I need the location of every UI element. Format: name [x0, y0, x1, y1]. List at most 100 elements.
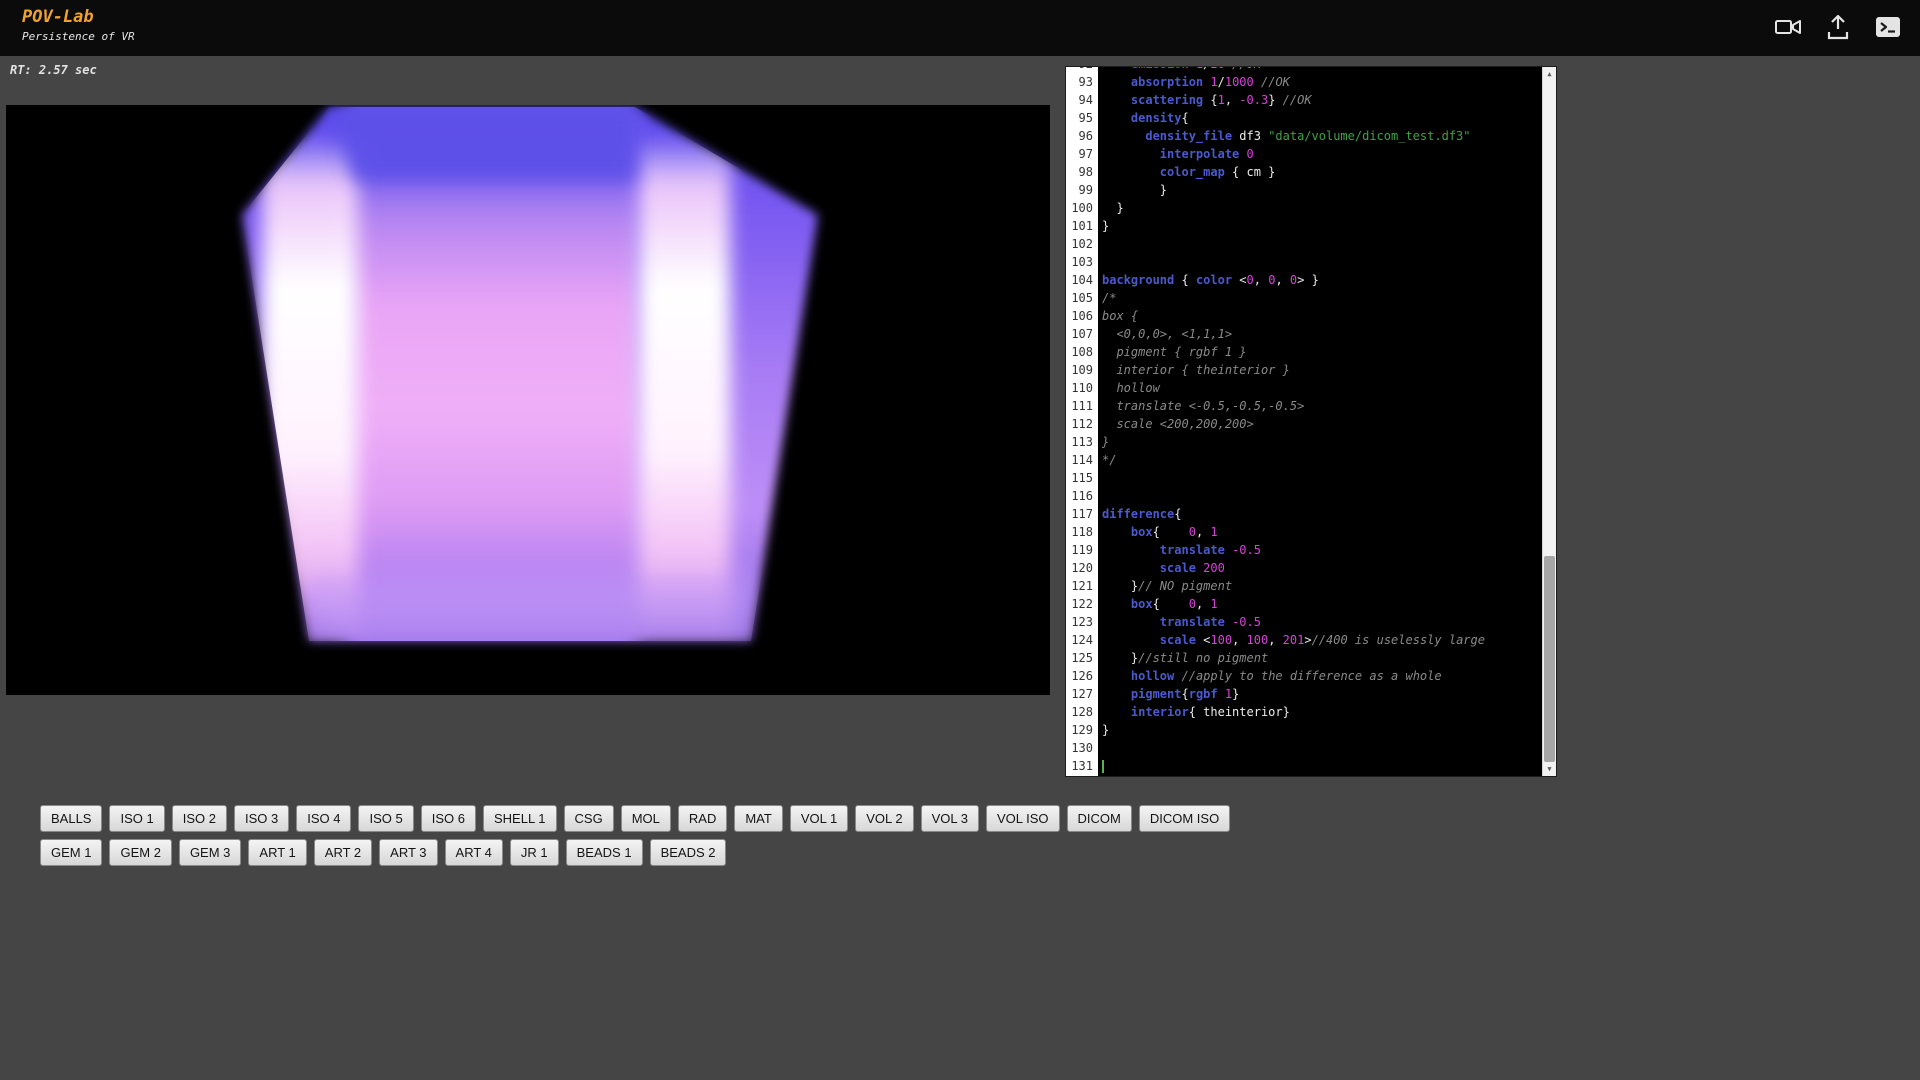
code-line[interactable]: 103	[1066, 255, 1542, 273]
upload-icon[interactable]	[1824, 14, 1852, 40]
scene-button-csg[interactable]: CSG	[564, 805, 614, 832]
code-line[interactable]: 115	[1066, 471, 1542, 489]
scene-button-beads-2[interactable]: BEADS 2	[650, 839, 727, 866]
app-subtitle: Persistence of VR	[22, 30, 135, 43]
code-line[interactable]: 123 translate -0.5	[1066, 615, 1542, 633]
code-text	[1098, 741, 1542, 759]
code-text: }	[1098, 723, 1542, 741]
code-line[interactable]: 122 box{ 0, 1	[1066, 597, 1542, 615]
code-line[interactable]: 116	[1066, 489, 1542, 507]
app-title: POV-Lab	[22, 7, 135, 27]
scene-button-vol-2[interactable]: VOL 2	[855, 805, 913, 832]
code-line[interactable]: 117difference{	[1066, 507, 1542, 525]
code-text: box{ 0, 1	[1098, 597, 1542, 615]
terminal-icon[interactable]	[1874, 14, 1902, 40]
code-line[interactable]: 106box {	[1066, 309, 1542, 327]
line-number: 108	[1066, 345, 1098, 363]
code-line[interactable]: 105/*	[1066, 291, 1542, 309]
code-line[interactable]: 102	[1066, 237, 1542, 255]
code-line[interactable]: 94 scattering {1, -0.3} //OK	[1066, 93, 1542, 111]
scene-button-art-2[interactable]: ART 2	[314, 839, 372, 866]
code-line[interactable]: 114*/	[1066, 453, 1542, 471]
code-line[interactable]: 96 density_file df3 "data/volume/dicom_t…	[1066, 129, 1542, 147]
code-line[interactable]: 129}	[1066, 723, 1542, 741]
code-line[interactable]: 108 pigment { rgbf 1 }	[1066, 345, 1542, 363]
code-line[interactable]: 113}	[1066, 435, 1542, 453]
scene-button-vol-iso[interactable]: VOL ISO	[986, 805, 1060, 832]
code-line[interactable]: 97 interpolate 0	[1066, 147, 1542, 165]
line-number: 96	[1066, 129, 1098, 147]
code-line[interactable]: 121 }// NO pigment	[1066, 579, 1542, 597]
scrollbar-down-arrow[interactable]: ▼	[1543, 762, 1556, 776]
scene-button-balls[interactable]: BALLS	[40, 805, 102, 832]
code-line[interactable]: 92 emission 1/20 //OK	[1066, 67, 1542, 75]
code-line[interactable]: 111 translate <-0.5,-0.5,-0.5>	[1066, 399, 1542, 417]
code-line[interactable]: 110 hollow	[1066, 381, 1542, 399]
code-text: }	[1098, 219, 1542, 237]
scene-button-iso-1[interactable]: ISO 1	[109, 805, 164, 832]
line-number: 98	[1066, 165, 1098, 183]
code-line[interactable]: 109 interior { theinterior }	[1066, 363, 1542, 381]
line-number: 95	[1066, 111, 1098, 129]
code-line[interactable]: 127 pigment{rgbf 1}	[1066, 687, 1542, 705]
scene-button-iso-4[interactable]: ISO 4	[296, 805, 351, 832]
code-line[interactable]: 112 scale <200,200,200>	[1066, 417, 1542, 435]
scene-button-art-4[interactable]: ART 4	[445, 839, 503, 866]
scene-button-dicom[interactable]: DICOM	[1067, 805, 1132, 832]
scrollbar-thumb[interactable]	[1544, 556, 1555, 762]
code-text: density{	[1098, 111, 1542, 129]
code-text: box {	[1098, 309, 1542, 327]
code-line[interactable]: 120 scale 200	[1066, 561, 1542, 579]
scene-button-art-1[interactable]: ART 1	[248, 839, 306, 866]
scene-button-vol-3[interactable]: VOL 3	[921, 805, 979, 832]
scene-button-iso-6[interactable]: ISO 6	[421, 805, 476, 832]
code-line[interactable]: 100 }	[1066, 201, 1542, 219]
scene-button-iso-3[interactable]: ISO 3	[234, 805, 289, 832]
code-line[interactable]: 124 scale <100, 100, 201>//400 is useles…	[1066, 633, 1542, 651]
code-line[interactable]: 131	[1066, 759, 1542, 776]
code-line[interactable]: 130	[1066, 741, 1542, 759]
line-number: 93	[1066, 75, 1098, 93]
code-line[interactable]: 128 interior{ theinterior}	[1066, 705, 1542, 723]
scene-button-shell-1[interactable]: SHELL 1	[483, 805, 557, 832]
code-text: absorption 1/1000 //OK	[1098, 75, 1542, 93]
code-line[interactable]: 98 color_map { cm }	[1066, 165, 1542, 183]
scene-button-art-3[interactable]: ART 3	[379, 839, 437, 866]
scene-button-mat[interactable]: MAT	[734, 805, 782, 832]
line-number: 120	[1066, 561, 1098, 579]
scene-button-rad[interactable]: RAD	[678, 805, 727, 832]
line-number: 92	[1066, 67, 1098, 75]
code-line[interactable]: 99 }	[1066, 183, 1542, 201]
scene-button-iso-5[interactable]: ISO 5	[358, 805, 413, 832]
code-line[interactable]: 118 box{ 0, 1	[1066, 525, 1542, 543]
scene-button-iso-2[interactable]: ISO 2	[172, 805, 227, 832]
scene-button-dicom-iso[interactable]: DICOM ISO	[1139, 805, 1230, 832]
code-text	[1098, 237, 1542, 255]
scene-button-gem-1[interactable]: GEM 1	[40, 839, 102, 866]
code-line[interactable]: 107 <0,0,0>, <1,1,1>	[1066, 327, 1542, 345]
scene-button-vol-1[interactable]: VOL 1	[790, 805, 848, 832]
volumetric-render	[6, 105, 1050, 695]
code-line[interactable]: 93 absorption 1/1000 //OK	[1066, 75, 1542, 93]
code-line[interactable]: 104background { color <0, 0, 0> }	[1066, 273, 1542, 291]
scene-button-jr-1[interactable]: JR 1	[510, 839, 559, 866]
line-number: 130	[1066, 741, 1098, 759]
scene-button-gem-2[interactable]: GEM 2	[109, 839, 171, 866]
code-text: }	[1098, 201, 1542, 219]
code-line[interactable]: 126 hollow //apply to the difference as …	[1066, 669, 1542, 687]
video-camera-icon[interactable]	[1774, 14, 1802, 40]
code-line[interactable]: 119 translate -0.5	[1066, 543, 1542, 561]
scene-button-gem-3[interactable]: GEM 3	[179, 839, 241, 866]
scrollbar-up-arrow[interactable]: ▲	[1543, 67, 1556, 81]
code-line[interactable]: 95 density{	[1066, 111, 1542, 129]
editor-body[interactable]: 92 emission 1/20 //OK93 absorption 1/100…	[1066, 67, 1542, 776]
scene-button-mol[interactable]: MOL	[621, 805, 671, 832]
line-number: 119	[1066, 543, 1098, 561]
line-number: 111	[1066, 399, 1098, 417]
line-number: 118	[1066, 525, 1098, 543]
code-editor[interactable]: 92 emission 1/20 //OK93 absorption 1/100…	[1065, 66, 1557, 777]
scene-button-beads-1[interactable]: BEADS 1	[566, 839, 643, 866]
code-line[interactable]: 125 }//still no pigment	[1066, 651, 1542, 669]
code-line[interactable]: 101}	[1066, 219, 1542, 237]
editor-scrollbar[interactable]: ▲ ▼	[1542, 67, 1556, 776]
